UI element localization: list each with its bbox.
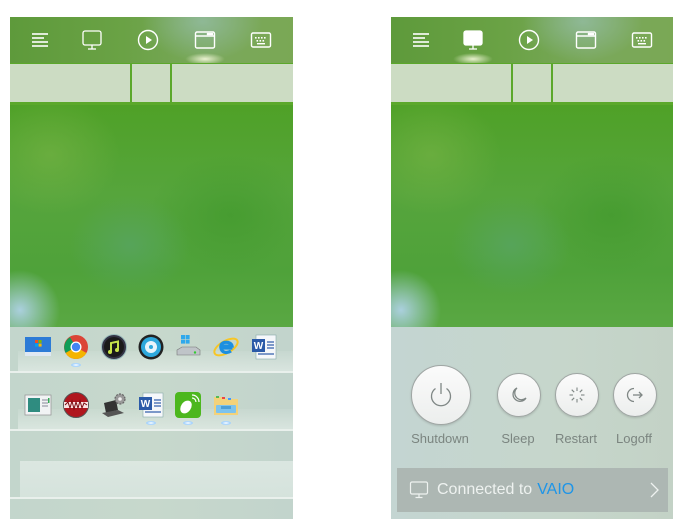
- play-icon[interactable]: [135, 27, 161, 53]
- app-window-icon[interactable]: [24, 391, 52, 419]
- logoff-button[interactable]: [613, 373, 657, 417]
- audio-recorder-icon[interactable]: [62, 391, 90, 419]
- connected-host-name: VAIO: [537, 481, 575, 498]
- internet-explorer-icon[interactable]: [212, 333, 240, 361]
- desktop-wallpaper[interactable]: [391, 105, 673, 327]
- panel-row: [391, 63, 673, 105]
- file-explorer-icon[interactable]: [212, 391, 240, 425]
- moon-icon: [512, 387, 527, 402]
- chrome-icon[interactable]: [62, 333, 90, 367]
- desktop-wallpaper[interactable]: [10, 105, 293, 327]
- panel-row: [10, 63, 293, 105]
- window-icon[interactable]: [192, 27, 218, 53]
- windows-desktop-icon[interactable]: [24, 333, 52, 361]
- monitor-icon[interactable]: [460, 27, 486, 53]
- connection-status-text: Connected to VAIO: [437, 481, 574, 499]
- top-toolbar: [10, 17, 293, 65]
- app-dock: W W: [10, 327, 293, 519]
- panel-left[interactable]: [391, 64, 511, 102]
- connection-prefix: Connected to: [437, 481, 533, 498]
- connection-status-bar[interactable]: Connected to VAIO: [397, 468, 668, 512]
- restart-button[interactable]: [555, 373, 599, 417]
- play-icon[interactable]: [516, 27, 542, 53]
- word-icon[interactable]: W: [137, 391, 165, 425]
- window-icon[interactable]: [573, 27, 599, 53]
- dvd-player-icon[interactable]: [137, 333, 165, 361]
- dock-shelf-2: W: [10, 385, 293, 431]
- panel-right[interactable]: [553, 64, 673, 102]
- restart-spinner-icon: [569, 387, 585, 403]
- sleep-button[interactable]: [497, 373, 541, 417]
- word-document-icon[interactable]: W: [250, 333, 278, 361]
- svg-text:W: W: [254, 341, 264, 352]
- keyboard-icon[interactable]: [248, 27, 274, 53]
- phone-screen-dock: W W: [10, 17, 293, 519]
- top-toolbar: [391, 17, 673, 65]
- dock-shelf-1: W: [10, 327, 293, 373]
- monitor-icon[interactable]: [79, 27, 105, 53]
- laptop-settings-icon[interactable]: [100, 391, 128, 419]
- panel-right[interactable]: [172, 64, 293, 102]
- panel-middle[interactable]: [132, 64, 170, 102]
- menu-icon[interactable]: [27, 27, 53, 53]
- keyboard-icon[interactable]: [629, 27, 655, 53]
- panel-left[interactable]: [10, 64, 130, 102]
- music-player-icon[interactable]: [100, 333, 128, 361]
- logoff-arrow-icon: [626, 387, 643, 403]
- shutdown-label: Shutdown: [411, 431, 469, 446]
- shutdown-button[interactable]: [411, 365, 471, 425]
- power-icon: [430, 383, 452, 407]
- svg-text:W: W: [141, 399, 151, 410]
- menu-icon[interactable]: [408, 27, 434, 53]
- chevron-right-icon: [650, 482, 659, 498]
- phone-screen-power: Shutdown Sleep Restart Logoff Connected …: [391, 17, 673, 519]
- logoff-label: Logoff: [616, 431, 652, 446]
- remote-mouse-icon[interactable]: [174, 391, 202, 425]
- monitor-icon: [409, 481, 429, 499]
- panel-middle[interactable]: [513, 64, 551, 102]
- dock-shelf-3: [10, 457, 293, 499]
- windows-drive-icon[interactable]: [174, 333, 202, 361]
